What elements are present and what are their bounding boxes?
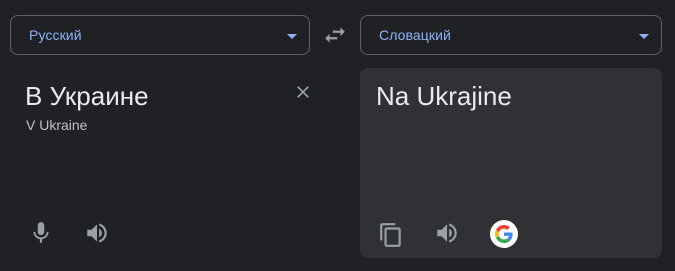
source-language-label: Русский <box>29 27 82 43</box>
microphone-button[interactable] <box>28 220 54 246</box>
translation-panel: Na Ukrajine <box>360 68 662 258</box>
copy-translation-button[interactable] <box>378 222 404 248</box>
microphone-icon <box>33 222 49 243</box>
chevron-down-icon <box>287 34 297 39</box>
google-search-button[interactable] <box>490 220 518 248</box>
google-logo-icon <box>495 225 513 243</box>
source-transliteration: V Ukraine <box>26 117 88 133</box>
listen-translation-button[interactable] <box>434 220 460 246</box>
speaker-icon <box>437 223 457 243</box>
source-text-input[interactable]: В Украине <box>25 80 149 112</box>
close-icon <box>297 86 309 98</box>
swap-arrows-icon <box>325 27 345 43</box>
listen-source-button[interactable] <box>84 220 110 246</box>
target-language-select[interactable]: Словацкий <box>360 15 662 55</box>
source-language-select[interactable]: Русский <box>10 15 310 55</box>
chevron-down-icon <box>639 34 649 39</box>
clear-source-button[interactable] <box>293 82 313 102</box>
translation-output: Na Ukrajine <box>376 81 512 111</box>
swap-languages-button[interactable] <box>322 22 348 48</box>
copy-icon <box>380 223 401 247</box>
target-language-label: Словацкий <box>379 27 451 43</box>
translate-widget: Русский Словацкий В Украине V Ukraine Na… <box>0 0 675 271</box>
speaker-icon <box>87 223 107 243</box>
